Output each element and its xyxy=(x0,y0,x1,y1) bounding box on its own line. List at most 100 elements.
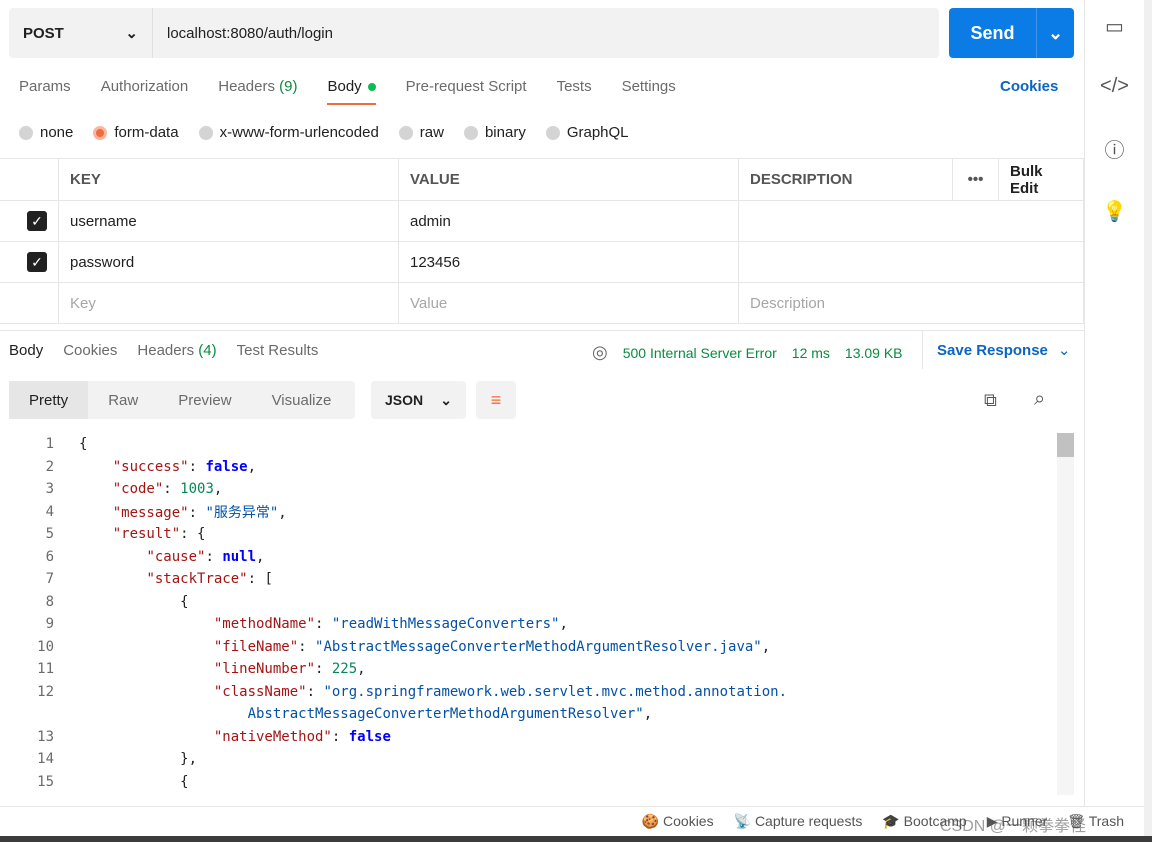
code-text: }, xyxy=(79,751,198,768)
key-cell[interactable]: username xyxy=(58,200,399,242)
line-number: 10 xyxy=(37,638,54,655)
chevron-down-icon[interactable]: ⌄ xyxy=(1036,8,1074,58)
scrollbar[interactable] xyxy=(1057,433,1074,795)
right-sidebar: ▭ </> ⓘ 💡 xyxy=(1084,0,1144,806)
code-text: AbstractMessageConverterMethodArgumentRe… xyxy=(247,706,653,723)
tab-body[interactable]: Body xyxy=(327,78,376,105)
code-text: "result": { xyxy=(112,526,206,543)
code-icon[interactable]: </> xyxy=(1100,75,1129,98)
code-line: 6 "cause": null, xyxy=(0,546,1056,569)
view-preview[interactable]: Preview xyxy=(158,392,251,409)
footer-capture-requests[interactable]: 📡 Capture requests xyxy=(734,813,863,830)
tab-settings[interactable]: Settings xyxy=(622,78,676,105)
radio-label: form-data xyxy=(114,124,179,141)
chevron-down-icon: ⌄ xyxy=(1057,342,1071,359)
code-line: 3 "code": 1003, xyxy=(0,478,1056,501)
line-number: 8 xyxy=(45,593,54,610)
watermark: CSDN @一颗拳拳怪 xyxy=(940,818,1087,835)
code-line: 11 "lineNumber": 225, xyxy=(0,658,1056,681)
code-text: "cause": null, xyxy=(146,548,265,565)
wrap-lines-icon[interactable]: ≡ xyxy=(476,381,516,419)
body-type-radios: none form-data x-www-form-urlencoded raw… xyxy=(19,124,629,141)
search-icon[interactable]: ⌕ xyxy=(1034,388,1045,411)
scrollbar-thumb[interactable] xyxy=(1057,433,1074,457)
radio-circle xyxy=(545,125,560,140)
checkbox[interactable]: ✓ xyxy=(27,211,47,231)
radio-binary[interactable]: binary xyxy=(463,124,526,141)
radio-raw[interactable]: raw xyxy=(398,124,444,141)
view-raw[interactable]: Raw xyxy=(88,392,158,409)
url-input[interactable]: localhost:8080/auth/login xyxy=(153,25,333,42)
cookies-link[interactable]: Cookies xyxy=(1000,78,1058,95)
taskbar xyxy=(0,836,1152,842)
response-code-editor[interactable]: 1{2 "success": false, 3 "code": 1003, 4 "m… xyxy=(0,433,1056,795)
radio-circle xyxy=(463,125,478,140)
send-button[interactable]: Send ⌄ xyxy=(949,8,1074,58)
table-row-new: Key Value Description xyxy=(0,282,1084,324)
code-text: "nativeMethod": false xyxy=(213,728,391,745)
description-cell[interactable] xyxy=(738,241,1084,283)
line-number: 1 xyxy=(45,436,54,453)
table-row: ✓ password 123456 xyxy=(0,241,1084,283)
value-cell[interactable]: 123456 xyxy=(398,241,739,283)
view-visualize[interactable]: Visualize xyxy=(252,392,352,409)
method-select[interactable]: POST ⌄ xyxy=(9,8,153,58)
radio-form-data[interactable]: form-data xyxy=(93,124,179,141)
more-options-button[interactable]: ••• xyxy=(952,158,999,201)
radio-urlencoded[interactable]: x-www-form-urlencoded xyxy=(198,124,379,141)
description-cell[interactable] xyxy=(738,200,1084,242)
key-input[interactable]: Key xyxy=(58,282,399,324)
footer-label: Cookies xyxy=(663,813,714,829)
radio-none[interactable]: none xyxy=(19,124,73,141)
description-input[interactable]: Description xyxy=(738,282,1084,324)
tab-response-body[interactable]: Body xyxy=(9,342,43,359)
code-line: 5 "result": { xyxy=(0,523,1056,546)
radio-label: binary xyxy=(484,124,526,141)
tab-authorization[interactable]: Authorization xyxy=(101,78,189,105)
tab-count: (9) xyxy=(279,78,298,95)
chevron-down-icon: ⌄ xyxy=(440,391,452,408)
line-number: 6 xyxy=(45,548,54,565)
response-size[interactable]: 13.09 KB xyxy=(845,345,903,361)
radio-graphql[interactable]: GraphQL xyxy=(545,124,629,141)
tab-test-results[interactable]: Test Results xyxy=(237,342,319,359)
code-text: "success": false, xyxy=(112,458,257,475)
radio-circle xyxy=(93,125,108,140)
key-cell[interactable]: password xyxy=(58,241,399,283)
value-cell[interactable]: admin xyxy=(398,200,739,242)
comment-icon[interactable]: ▭ xyxy=(1105,14,1124,39)
value-input[interactable]: Value xyxy=(398,282,739,324)
tab-headers[interactable]: Headers (9) xyxy=(218,78,297,105)
line-number: 9 xyxy=(45,616,54,633)
table-header: KEY VALUE DESCRIPTION ••• Bulk Edit xyxy=(0,158,1084,201)
code-text: { xyxy=(79,773,189,790)
save-response-button[interactable]: Save Response ⌄ xyxy=(922,331,1070,369)
view-pretty[interactable]: Pretty xyxy=(9,381,89,419)
line-number: 5 xyxy=(45,526,54,543)
response-time[interactable]: 12 ms xyxy=(792,345,830,361)
tab-pre-request-script[interactable]: Pre-request Script xyxy=(406,78,527,105)
footer-cookies[interactable]: 🍪 Cookies xyxy=(642,813,714,830)
checkbox[interactable]: ✓ xyxy=(27,252,47,272)
code-line: 7 "stackTrace": [ xyxy=(0,568,1056,591)
format-select[interactable]: JSON ⌄ xyxy=(371,381,466,419)
status-code[interactable]: 500 Internal Server Error xyxy=(623,345,777,361)
row-checkbox-cell: ✓ xyxy=(0,200,59,242)
tab-response-headers[interactable]: Headers (4) xyxy=(137,342,216,359)
code-line: 13 "nativeMethod": false xyxy=(0,726,1056,749)
bulk-edit-button[interactable]: Bulk Edit xyxy=(998,158,1084,201)
tab-response-cookies[interactable]: Cookies xyxy=(63,342,117,359)
response-tabs: Body Cookies Headers (4) Test Results xyxy=(9,342,318,359)
copy-icon[interactable]: ⧉ xyxy=(984,390,997,411)
lightbulb-icon[interactable]: 💡 xyxy=(1102,199,1127,224)
form-data-table: KEY VALUE DESCRIPTION ••• Bulk Edit ✓ us… xyxy=(0,158,1084,324)
globe-icon[interactable]: ◎ xyxy=(592,342,608,363)
code-line: 8 { xyxy=(0,591,1056,614)
tab-tests[interactable]: Tests xyxy=(557,78,592,105)
info-icon[interactable]: ⓘ xyxy=(1105,134,1125,163)
tab-params[interactable]: Params xyxy=(19,78,71,105)
format-label: JSON xyxy=(385,392,424,408)
code-line: 1{ xyxy=(0,433,1056,456)
row-checkbox-cell: ✓ xyxy=(0,241,59,283)
save-label: Save Response xyxy=(937,341,1048,359)
